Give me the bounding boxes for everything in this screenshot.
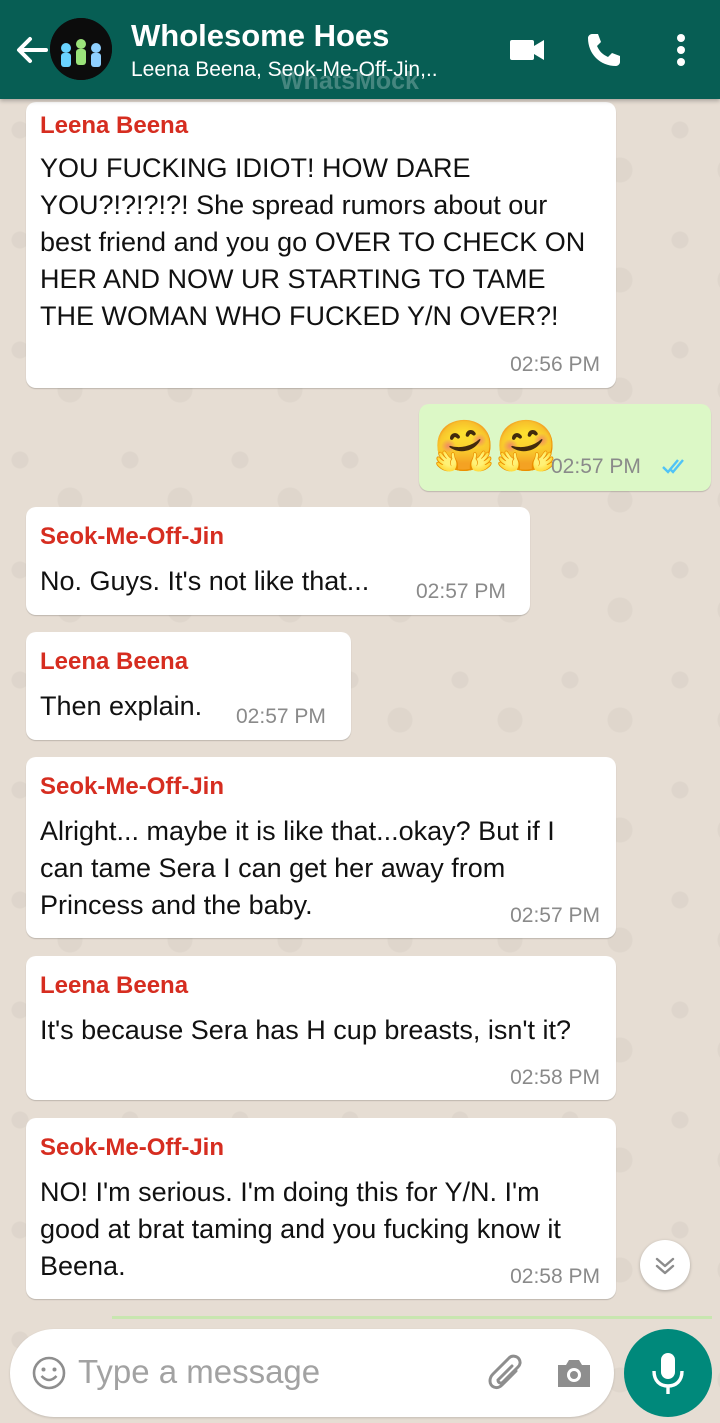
message-text: Then explain. (40, 691, 203, 721)
message-input[interactable]: Type a message (78, 1353, 320, 1391)
attach-icon[interactable] (482, 1351, 528, 1395)
message-text: It's because Sera has H cup breasts, isn… (40, 1015, 572, 1045)
message-bubble[interactable]: Leena Beena Then explain. 02:57 PM (26, 632, 351, 740)
sender-name: Seok-Me-Off-Jin (40, 773, 225, 800)
message-text: YOU FUCKING IDIOT! HOW DARE YOU?!?!?!?! … (40, 153, 586, 331)
message-time: 02:58 PM (510, 1265, 600, 1288)
back-arrow-icon[interactable] (12, 28, 52, 72)
message-bubble[interactable]: Seok-Me-Off-Jin No. Guys. It's not like … (26, 507, 530, 615)
message-time: 02:56 PM (510, 353, 600, 376)
scroll-down-button[interactable] (640, 1240, 690, 1290)
chat-title[interactable]: Wholesome Hoes (131, 18, 389, 54)
sender-name: Leena Beena (40, 112, 189, 139)
message-time: 02:57 PM (510, 904, 600, 927)
message-text: No. Guys. It's not like that... (40, 566, 370, 596)
message-bubble[interactable]: Seok-Me-Off-Jin Alright... maybe it is l… (26, 757, 616, 938)
message-time: 02:57 PM (236, 705, 326, 728)
message-time: 02:57 PM (416, 580, 506, 603)
video-call-icon[interactable] (504, 26, 552, 74)
group-avatar[interactable] (50, 18, 112, 80)
chat-header: Wholesome Hoes Leena Beena, Seok-Me-Off-… (0, 0, 720, 99)
sender-name: Leena Beena (40, 972, 189, 999)
sender-name: Seok-Me-Off-Jin (40, 1134, 225, 1161)
mic-icon (652, 1353, 684, 1394)
watermark: WhatsMock (280, 67, 419, 95)
message-time: 02:57 PM (551, 455, 641, 478)
more-vertical-icon[interactable] (657, 26, 705, 74)
read-ticks-icon (661, 456, 689, 476)
message-bubble[interactable]: Leena Beena It's because Sera has H cup … (26, 956, 616, 1100)
message-time: 02:58 PM (510, 1066, 600, 1089)
message-input-bar[interactable]: Type a message (10, 1329, 614, 1417)
sender-name: Leena Beena (40, 648, 189, 675)
divider-line (112, 1316, 712, 1319)
outgoing-message-bubble[interactable]: 🤗🤗 02:57 PM (419, 404, 711, 491)
emoji-icon[interactable] (30, 1354, 68, 1392)
message-bubble[interactable]: Seok-Me-Off-Jin NO! I'm serious. I'm doi… (26, 1118, 616, 1299)
double-chevron-down-icon (655, 1257, 675, 1275)
camera-icon[interactable] (552, 1351, 596, 1395)
sender-name: Seok-Me-Off-Jin (40, 523, 225, 550)
phone-icon[interactable] (580, 26, 628, 74)
mic-button[interactable] (624, 1329, 712, 1417)
emoji-message: 🤗🤗 (433, 418, 558, 474)
message-bubble[interactable]: Leena Beena YOU FUCKING IDIOT! HOW DARE … (26, 102, 616, 388)
